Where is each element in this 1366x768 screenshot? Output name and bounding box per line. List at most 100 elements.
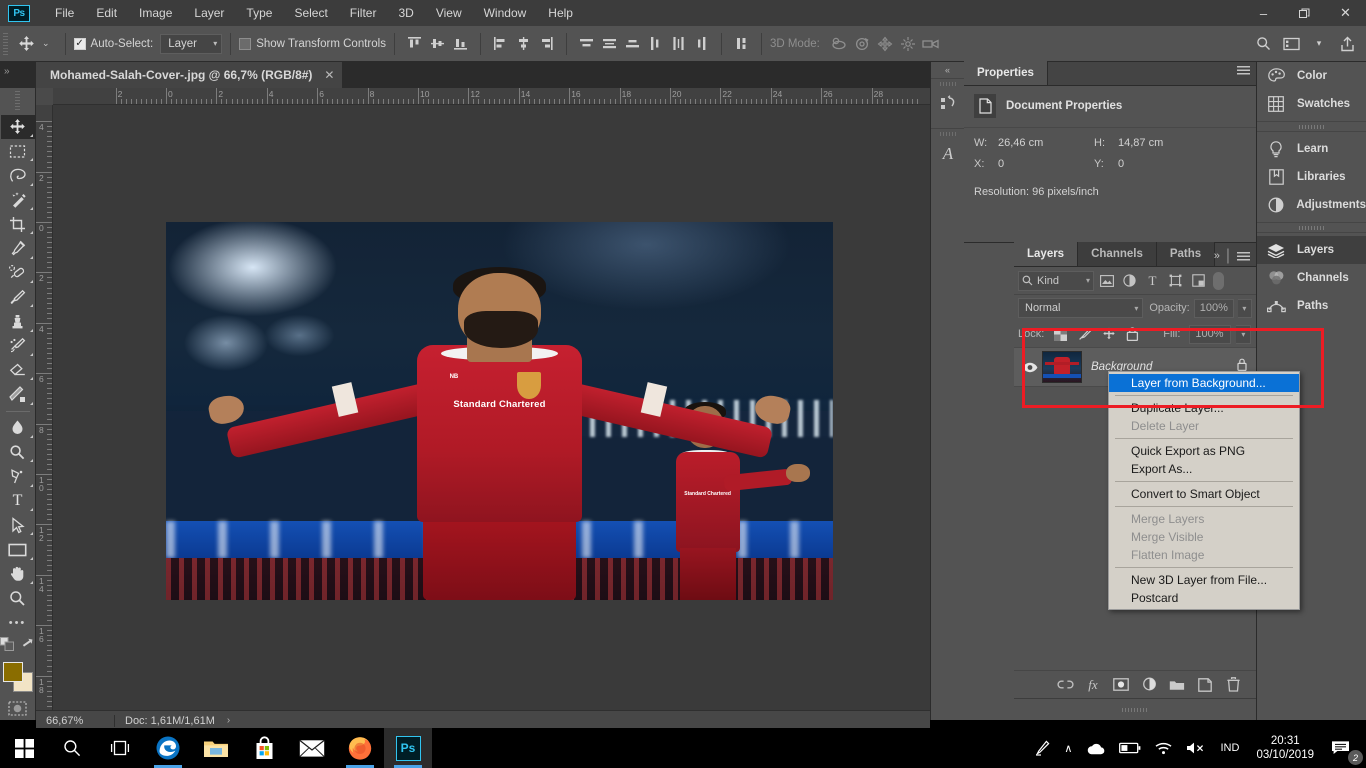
rail-item-libraries[interactable]: Libraries <box>1257 163 1366 191</box>
lasso-tool[interactable] <box>1 163 35 187</box>
distribute-right-edges-icon[interactable] <box>690 32 713 56</box>
clone-stamp-tool[interactable] <box>1 309 35 333</box>
microsoft-store-button[interactable] <box>240 728 288 768</box>
search-button[interactable] <box>48 728 96 768</box>
battery-icon[interactable] <box>1112 728 1148 768</box>
dodge-tool[interactable] <box>1 440 35 464</box>
menu-item-convert-to-smart-object[interactable]: Convert to Smart Object <box>1109 485 1299 503</box>
rail-item-learn[interactable]: Learn <box>1257 135 1366 163</box>
blur-tool[interactable] <box>1 416 35 440</box>
chevron-down-icon[interactable]: ▾ <box>1306 31 1332 57</box>
rail-item-channels[interactable]: Channels <box>1257 264 1366 292</box>
maximize-button[interactable] <box>1284 0 1325 26</box>
panel-overflow-icon[interactable]: » <box>1214 250 1220 262</box>
crop-tool[interactable] <box>1 212 35 236</box>
auto-select-scope-dropdown[interactable]: Layer ▾ <box>160 33 223 54</box>
canvas-area[interactable]: 2 0 2 4 6 8 10 12 14 16 18 20 22 24 26 28 4 2 0 2 4 6 8 10 12 14… <box>36 88 930 720</box>
rail-item-adjustments[interactable]: Adjustments <box>1257 191 1366 219</box>
collapse-dock-icon[interactable]: « <box>931 62 964 78</box>
menu-type[interactable]: Type <box>235 2 283 24</box>
vertical-ruler[interactable]: 4 2 0 2 4 6 8 10 12 14 16 18 <box>36 105 53 720</box>
filter-smart-object-icon[interactable] <box>1188 271 1209 291</box>
lock-position-icon[interactable] <box>1099 324 1118 344</box>
move-tool[interactable] <box>0 114 35 139</box>
hand-tool[interactable] <box>1 562 35 586</box>
height-field[interactable]: H: 14,87 cm <box>1094 137 1163 149</box>
rail-item-layers[interactable]: Layers <box>1257 236 1366 264</box>
horizontal-ruler[interactable]: 2 0 2 4 6 8 10 12 14 16 18 20 22 24 26 28 <box>36 88 930 105</box>
menu-edit[interactable]: Edit <box>85 2 128 24</box>
menu-filter[interactable]: Filter <box>339 2 388 24</box>
filter-shape-icon[interactable] <box>1165 271 1186 291</box>
edge-button[interactable] <box>144 728 192 768</box>
opacity-value[interactable]: 100% <box>1193 298 1234 318</box>
rectangle-tool[interactable] <box>1 537 35 561</box>
show-hidden-icons-chevron[interactable]: ∧ <box>1057 728 1079 768</box>
opacity-chevron-icon[interactable]: ▾ <box>1237 298 1252 318</box>
file-explorer-button[interactable] <box>192 728 240 768</box>
more-tools-button[interactable]: ••• <box>1 610 35 634</box>
panel-menu-icon[interactable] <box>1237 66 1250 75</box>
character-styles-icon[interactable]: A <box>931 128 965 178</box>
pen-tool[interactable] <box>1 464 35 488</box>
width-field[interactable]: W: 26,46 cm <box>974 137 1094 149</box>
align-bottom-edges-icon[interactable] <box>449 32 472 56</box>
lock-image-pixels-icon[interactable] <box>1075 324 1094 344</box>
distribute-vertical-centers-icon[interactable] <box>598 32 621 56</box>
tab-paths[interactable]: Paths <box>1156 242 1216 266</box>
menu-item-postcard[interactable]: Postcard <box>1109 589 1299 607</box>
brush-tool[interactable] <box>1 285 35 309</box>
foreground-color-swatch[interactable] <box>2 661 23 682</box>
menu-layer[interactable]: Layer <box>183 2 235 24</box>
share-icon[interactable] <box>1334 31 1360 57</box>
menu-image[interactable]: Image <box>128 2 183 24</box>
rectangular-marquee-tool[interactable] <box>1 139 35 163</box>
x-field[interactable]: X: 0 <box>974 158 1094 170</box>
filter-enable-toggle[interactable] <box>1213 271 1224 290</box>
fill-chevron-icon[interactable]: ▾ <box>1236 324 1252 344</box>
distribute-bottom-edges-icon[interactable] <box>621 32 644 56</box>
canvas-viewport[interactable]: Standard Chartered NB Standard Chartered <box>53 105 930 720</box>
quick-selection-tool[interactable] <box>1 188 35 212</box>
document-tab[interactable]: Mohamed-Salah-Cover-.jpg @ 66,7% (RGB/8#… <box>36 62 343 88</box>
rail-item-paths[interactable]: Paths <box>1257 292 1366 320</box>
close-button[interactable]: ✕ <box>1325 0 1366 26</box>
layers-panel-resize-grip[interactable] <box>1014 698 1256 720</box>
menu-item-quick-export-as-png[interactable]: Quick Export as PNG <box>1109 442 1299 460</box>
workspace-icon[interactable] <box>1278 31 1304 57</box>
lock-transparent-pixels-icon[interactable] <box>1051 324 1070 344</box>
eyedropper-tool[interactable] <box>1 236 35 260</box>
mail-button[interactable] <box>288 728 336 768</box>
toolbar-grip[interactable] <box>15 91 20 112</box>
distribute-spacing-icon[interactable] <box>730 32 753 56</box>
new-group-icon[interactable] <box>1166 674 1188 696</box>
status-expand-icon[interactable]: › <box>227 715 230 726</box>
layer-context-menu[interactable]: Layer from Background... Duplicate Layer.… <box>1108 371 1300 610</box>
menu-item-export-as[interactable]: Export As... <box>1109 460 1299 478</box>
delete-layer-icon[interactable] <box>1222 674 1244 696</box>
zoom-level[interactable]: 66,67% <box>36 715 114 727</box>
add-layer-mask-icon[interactable] <box>1110 674 1132 696</box>
distribute-left-edges-icon[interactable] <box>644 32 667 56</box>
default-colors-icon[interactable] <box>0 636 14 656</box>
volume-muted-icon[interactable] <box>1179 728 1213 768</box>
align-left-edges-icon[interactable] <box>489 32 512 56</box>
pen-input-icon[interactable] <box>1028 728 1057 768</box>
ruler-origin[interactable] <box>36 88 53 105</box>
search-icon[interactable] <box>1250 31 1276 57</box>
eye-icon[interactable] <box>1018 362 1042 373</box>
tab-properties[interactable]: Properties <box>964 61 1048 85</box>
rail-item-swatches[interactable]: Swatches <box>1257 90 1366 118</box>
history-brush-tool[interactable] <box>1 334 35 358</box>
y-field[interactable]: Y: 0 <box>1094 158 1124 170</box>
language-indicator[interactable]: IND <box>1213 728 1246 768</box>
quick-mask-icon[interactable] <box>1 696 35 720</box>
distribute-horizontal-centers-icon[interactable] <box>667 32 690 56</box>
type-tool[interactable]: T <box>1 489 35 513</box>
menu-item-duplicate-layer[interactable]: Duplicate Layer... <box>1109 399 1299 417</box>
collapse-panels-icon[interactable]: » <box>4 66 10 77</box>
gradient-tool[interactable] <box>1 382 35 406</box>
filter-type-icon[interactable]: T <box>1142 271 1163 291</box>
tab-layers[interactable]: Layers <box>1014 242 1079 266</box>
new-adjustment-layer-icon[interactable] <box>1138 674 1160 696</box>
